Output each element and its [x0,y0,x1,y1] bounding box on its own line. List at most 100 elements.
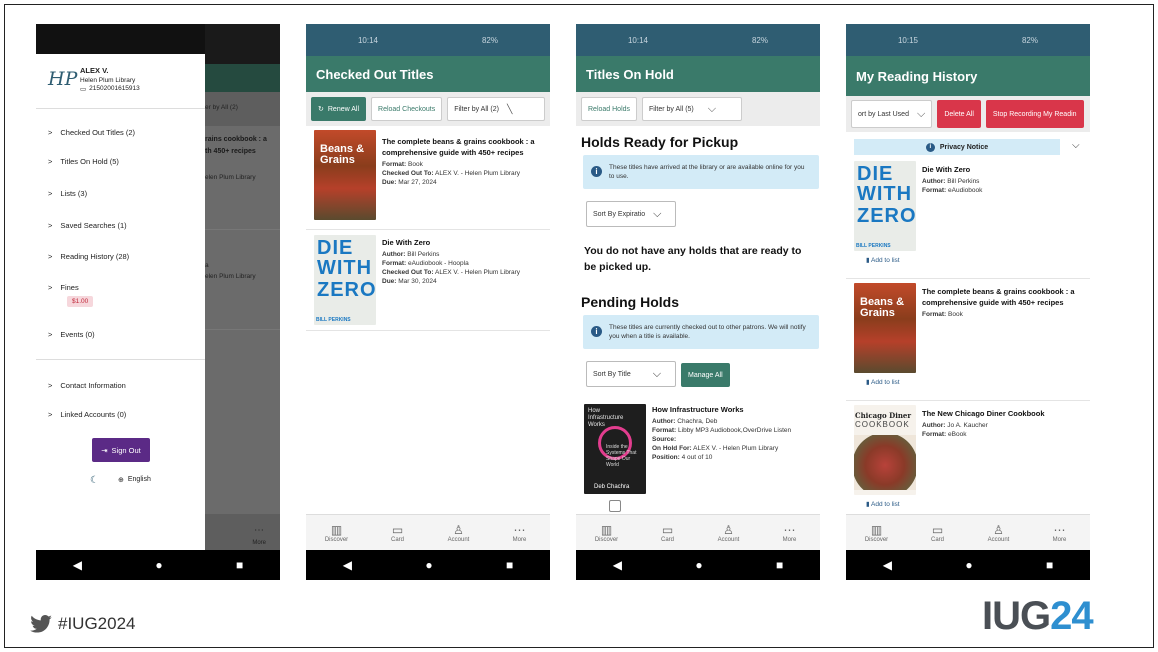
filter-value: Filter by All (2) [454,105,499,113]
book-cover-chicago-diner[interactable]: Chicago Diner COOKBOOK [854,405,916,495]
filter-value: Filter by All (5) [649,105,694,113]
menu-lists[interactable]: > Lists (3) [48,189,87,198]
back-icon[interactable]: ◀ [613,558,622,572]
sign-out-button[interactable]: ⇥ Sign Out [92,438,150,462]
tab-more[interactable]: ⋯ More [765,523,815,543]
menu-reading-history[interactable]: > Reading History (28) [48,252,129,261]
chevron-right-icon: > [48,330,53,339]
add-to-list-link[interactable]: ▮ Add to list [866,378,916,386]
menu-checked-out[interactable]: > Checked Out Titles (2) [48,128,135,137]
recents-icon[interactable]: ■ [236,558,243,572]
author-label: Author: [922,178,946,185]
back-icon[interactable]: ◀ [343,558,352,572]
sort-select[interactable]: ort by Last Used ⌵ [851,100,933,128]
list-item[interactable]: DIE WITH ZERO BILL PERKINS Die With Zero… [306,231,550,331]
home-icon[interactable]: ● [965,558,972,572]
book-cover-beans-grains[interactable]: Beans & Grains [854,283,916,373]
back-icon[interactable]: ◀ [73,558,82,572]
item-title[interactable]: How Infrastructure Works [652,404,791,415]
android-nav-bar: ◀ ● ■ [36,550,280,580]
tab-label: Discover [324,536,349,543]
menu-fines[interactable]: > Fines [48,283,79,292]
book-cover-die-with-zero[interactable]: DIE WITH ZERO BILL PERKINS [314,235,376,325]
list-item[interactable]: DIE WITH ZERO BILL PERKINS ▮ Add to list… [846,161,1090,279]
language-selector[interactable]: ⊕ English [118,476,151,484]
manage-all-button[interactable]: Manage All [681,363,730,387]
reload-holds-button[interactable]: Reload Holds [581,97,638,121]
bottom-tab-bar: ▥ Discover ▭ Card ♙ Account ⋯ More [846,514,1090,550]
recents-icon[interactable]: ■ [776,558,783,572]
item-title[interactable]: The complete beans & grains cookbook : a… [382,136,542,158]
list-item[interactable]: Beans & Grains ▮ Add to list The complet… [846,283,1090,401]
tab-card[interactable]: ▭ Card [643,523,693,543]
menu-saved-searches[interactable]: > Saved Searches (1) [48,221,127,230]
privacy-notice-bar[interactable]: i Privacy Notice [854,139,1060,155]
cover-text: Chicago Diner [855,411,912,420]
tab-account[interactable]: ♙ Account [704,523,754,543]
due-label: Due: [382,278,397,285]
status-battery: 82% [751,35,768,45]
author-label: Author: [652,418,676,425]
item-due: Mar 27, 2024 [398,179,437,186]
sort-value: ort by Last Used [858,110,909,118]
library-name: Helen Plum Library [80,77,136,84]
filter-select[interactable]: Filter by All (2) ╲ [447,97,545,121]
recents-icon[interactable]: ■ [1046,558,1053,572]
status-bar: 10:14 82% [576,24,820,56]
add-to-list-link[interactable]: ▮ Add to list [866,500,916,508]
filter-select[interactable]: Filter by All (5) ⌵ [642,97,743,121]
bottom-tab-bar: ▥ Discover ▭ Card ♙ Account ⋯ More [306,514,550,550]
tab-more[interactable]: ⋯ More [495,523,545,543]
list-item[interactable]: Beans & Grains The complete beans & grai… [306,130,550,230]
menu-label: Contact Information [60,381,126,390]
bookmark-icon: ▮ [866,501,870,508]
tab-card[interactable]: ▭ Card [913,523,963,543]
menu-titles-on-hold[interactable]: > Titles On Hold (5) [48,157,119,166]
cover-text: WITH [317,257,373,279]
tab-account[interactable]: ♙ Account [974,523,1024,543]
tab-discover[interactable]: ▥ Discover [852,523,902,543]
chevron-down-icon[interactable]: ⌵ [1072,140,1080,151]
person-icon: ♙ [723,522,734,537]
menu-events[interactable]: > Events (0) [48,330,95,339]
chevron-right-icon: > [48,128,53,137]
tab-discover[interactable]: ▥ Discover [312,523,362,543]
menu-contact-information[interactable]: > Contact Information [48,381,126,390]
home-icon[interactable]: ● [155,558,162,572]
menu-label: Events (0) [60,330,95,339]
tab-card[interactable]: ▭ Card [373,523,423,543]
holds-toolbar: Reload Holds Filter by All (5) ⌵ [576,92,820,126]
item-title[interactable]: The complete beans & grains cookbook : a… [922,286,1082,308]
renew-all-button[interactable]: ↻ Renew All [311,97,367,121]
dark-mode-moon-icon[interactable]: ☾ [90,475,99,486]
tab-discover[interactable]: ▥ Discover [582,523,632,543]
stop-recording-button[interactable]: Stop Recording My Readin [985,100,1084,128]
book-cover-die-with-zero[interactable]: DIE WITH ZERO BILL PERKINS [854,161,916,251]
tab-more[interactable]: ⋯ More [1035,523,1085,543]
dimmed-background[interactable]: er by All (2) rains cookbook : a th 450+… [205,24,280,550]
home-icon[interactable]: ● [695,558,702,572]
recents-icon[interactable]: ■ [506,558,513,572]
book-cover-how-infrastructure-works[interactable]: How Infrastructure Works Inside the Syst… [584,404,646,494]
item-title[interactable]: The New Chicago Diner Cookbook [922,408,1045,419]
format-label: Format: [922,311,947,318]
item-checked-out-to: ALEX V. - Helen Plum Library [434,269,521,276]
reload-checkouts-button[interactable]: Reload Checkouts [371,97,443,121]
add-to-list-link[interactable]: ▮ Add to list [866,256,916,264]
sort-title-select[interactable]: Sort By Title ⌵ [586,361,676,387]
back-icon[interactable]: ◀ [883,558,892,572]
delete-all-button[interactable]: Delete All [937,100,981,128]
menu-linked-accounts[interactable]: > Linked Accounts (0) [48,410,126,419]
item-title[interactable]: Die With Zero [922,164,982,175]
hold-select-checkbox[interactable] [609,500,621,512]
globe-icon: ⊕ [118,477,124,484]
tab-account[interactable]: ♙ Account [434,523,484,543]
sort-expiration-select[interactable]: Sort By Expiratio ⌵ [586,201,676,227]
book-cover-beans-grains[interactable]: Beans & Grains [314,130,376,220]
list-item[interactable]: Chicago Diner COOKBOOK ▮ Add to list The… [846,405,1090,523]
person-icon: ♙ [993,522,1004,537]
menu-label: Fines [60,283,79,292]
home-icon[interactable]: ● [425,558,432,572]
item-title[interactable]: Die With Zero [382,237,520,248]
format-label: Format: [652,427,677,434]
